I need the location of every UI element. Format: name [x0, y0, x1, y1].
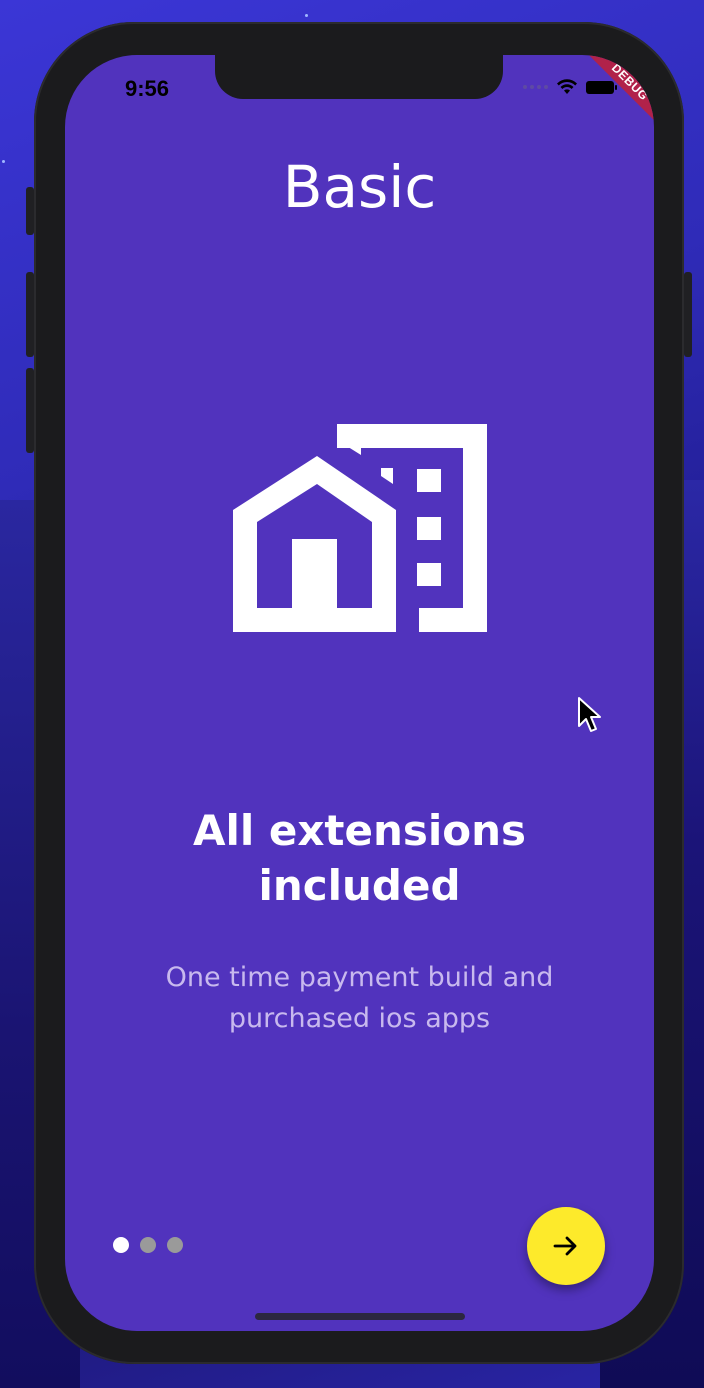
- next-button[interactable]: [527, 1207, 605, 1285]
- feature-description-line1: One time payment build and: [165, 962, 554, 993]
- feature-description-line2: purchased ios apps: [228, 1003, 491, 1034]
- background-dot: [305, 14, 308, 17]
- feature-headline: All extensions included: [65, 803, 654, 913]
- background-dot: [2, 160, 5, 163]
- wifi-icon: [557, 79, 577, 94]
- volume-down-button: [26, 368, 34, 453]
- house-and-building-icon: [233, 424, 487, 632]
- status-icons: [523, 79, 617, 95]
- mouse-pointer-icon: [578, 697, 601, 732]
- page-dot-2[interactable]: [140, 1237, 156, 1253]
- battery-icon: [586, 80, 617, 94]
- feature-headline-line2: included: [258, 861, 461, 910]
- feature-description: One time payment build and purchased ios…: [65, 957, 654, 1039]
- feature-headline-line1: All extensions: [192, 806, 527, 855]
- power-button: [684, 272, 692, 357]
- page-dot-3[interactable]: [167, 1237, 183, 1253]
- mute-switch: [26, 187, 34, 235]
- status-time: 9:56: [125, 76, 170, 101]
- page-dot-1[interactable]: [113, 1237, 129, 1253]
- cellular-signal-icon: [523, 85, 548, 89]
- notch: [215, 55, 503, 99]
- page-title: Basic: [282, 153, 437, 221]
- home-indicator[interactable]: [255, 1313, 465, 1320]
- app-screen: 9:56 DEBUG Basic All extensions included…: [65, 55, 654, 1331]
- page-indicator: [113, 1237, 183, 1253]
- arrow-right-icon: [553, 1236, 577, 1256]
- volume-up-button: [26, 272, 34, 357]
